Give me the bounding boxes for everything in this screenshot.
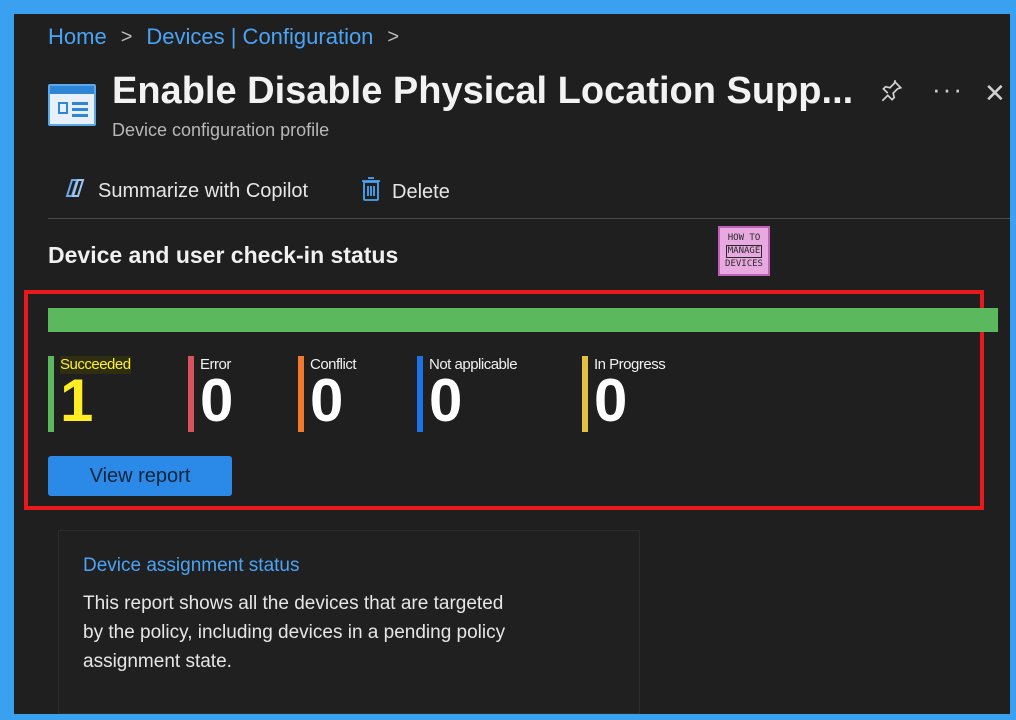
view-report-button[interactable]: View report <box>48 456 232 496</box>
stat-count: 0 <box>310 367 344 434</box>
pin-icon[interactable] <box>878 78 904 111</box>
card-title-link[interactable]: Device assignment status <box>83 555 300 577</box>
command-bar: Summarize with Copilot Delete <box>48 174 1010 219</box>
more-options-icon[interactable]: ··· <box>932 74 964 105</box>
stat-count: 1 <box>60 367 94 434</box>
logo-line-2: MANAGE <box>725 244 763 258</box>
stat-not-applicable[interactable]: Not applicable 0 <box>417 356 518 434</box>
checkin-progress-bar <box>48 308 998 332</box>
logo-line-3: DEVICES <box>725 258 763 269</box>
stat-color-bar <box>48 356 54 432</box>
stat-in-progress[interactable]: In Progress 0 <box>582 356 666 434</box>
device-assignment-status-card[interactable]: Device assignment status This report sho… <box>58 530 640 714</box>
stat-conflict[interactable]: Conflict 0 <box>298 356 357 434</box>
page-subtitle: Device configuration profile <box>112 120 330 140</box>
stat-color-bar <box>188 356 194 432</box>
breadcrumb-home[interactable]: Home <box>48 24 107 50</box>
stat-succeeded[interactable]: Succeeded 1 <box>48 356 131 432</box>
logo-line-1: HOW TO <box>727 232 761 243</box>
stat-color-bar <box>298 356 304 432</box>
delete-button[interactable]: Delete <box>360 176 450 208</box>
breadcrumb-separator-icon: > <box>120 25 133 48</box>
stat-error[interactable]: Error 0 <box>188 356 233 432</box>
stat-count: 0 <box>594 367 628 434</box>
stat-count: 0 <box>200 367 234 434</box>
close-icon[interactable]: ✕ <box>984 78 1006 109</box>
delete-label: Delete <box>392 180 450 203</box>
breadcrumb-devices-configuration[interactable]: Devices | Configuration <box>146 24 373 50</box>
breadcrumb: Home > Devices | Configuration > <box>48 24 399 50</box>
stat-count: 0 <box>429 367 463 434</box>
stat-color-bar <box>417 356 423 432</box>
checkin-status-title: Device and user check-in status <box>48 242 399 268</box>
stat-color-bar <box>582 356 588 432</box>
copilot-label: Summarize with Copilot <box>98 179 309 202</box>
card-description: This report shows all the devices that a… <box>83 593 506 672</box>
page-title: Enable Disable Physical Location Supp... <box>112 70 854 112</box>
copilot-icon <box>62 176 88 206</box>
how-to-manage-devices-logo: HOW TO MANAGE DEVICES <box>718 226 770 276</box>
breadcrumb-separator-icon: > <box>387 25 400 48</box>
app-frame: Home > Devices | Configuration > Enable … <box>14 14 1010 714</box>
trash-icon <box>360 176 382 208</box>
summarize-with-copilot-button[interactable]: Summarize with Copilot <box>62 176 308 206</box>
progress-fill-succeeded <box>48 308 998 332</box>
configuration-profile-icon <box>48 84 96 126</box>
